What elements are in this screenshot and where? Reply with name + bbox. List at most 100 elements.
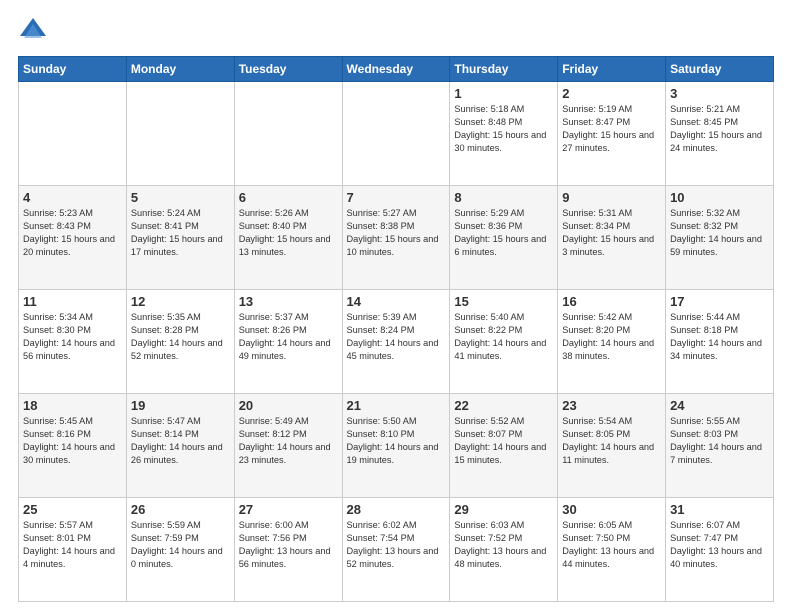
- day-info: Sunrise: 5:54 AM Sunset: 8:05 PM Dayligh…: [562, 415, 661, 467]
- day-number: 2: [562, 86, 661, 101]
- day-info: Sunrise: 5:47 AM Sunset: 8:14 PM Dayligh…: [131, 415, 230, 467]
- calendar-cell: 30Sunrise: 6:05 AM Sunset: 7:50 PM Dayli…: [558, 498, 666, 602]
- day-info: Sunrise: 6:07 AM Sunset: 7:47 PM Dayligh…: [670, 519, 769, 571]
- day-info: Sunrise: 5:32 AM Sunset: 8:32 PM Dayligh…: [670, 207, 769, 259]
- weekday-header-wednesday: Wednesday: [342, 57, 450, 82]
- calendar-cell: 23Sunrise: 5:54 AM Sunset: 8:05 PM Dayli…: [558, 394, 666, 498]
- logo: [18, 16, 52, 46]
- calendar-cell: 15 Sunrise: 5:40 AM Sunset: 8:22 PM Dayli…: [450, 290, 558, 394]
- day-number: 15: [454, 294, 553, 309]
- day-number: 13: [239, 294, 338, 309]
- day-number: 24: [670, 398, 769, 413]
- calendar-week-row: 1 Sunrise: 5:18 AM Sunset: 8:48 PM Daylig…: [19, 82, 774, 186]
- day-info: Sunrise: 5:29 AM Sunset: 8:36 PM Dayligh…: [454, 207, 553, 259]
- weekday-header-saturday: Saturday: [666, 57, 774, 82]
- calendar-cell: 24 Sunrise: 5:55 AM Sunset: 8:03 PM Dayli…: [666, 394, 774, 498]
- day-info: Sunrise: 5:39 AM Sunset: 8:24 PM Dayligh…: [347, 311, 446, 363]
- calendar-cell: 25 Sunrise: 5:57 AM Sunset: 8:01 PM Dayli…: [19, 498, 127, 602]
- day-number: 1: [454, 86, 553, 101]
- day-info: Sunrise: 5:42 AM Sunset: 8:20 PM Dayligh…: [562, 311, 661, 363]
- calendar-cell: 6 Sunrise: 5:26 AM Sunset: 8:40 PM Daylig…: [234, 186, 342, 290]
- day-number: 28: [347, 502, 446, 517]
- header: [18, 16, 774, 46]
- day-info: Sunrise: 6:05 AM Sunset: 7:50 PM Dayligh…: [562, 519, 661, 571]
- calendar-cell: 28 Sunrise: 6:02 AM Sunset: 7:54 PM Dayli…: [342, 498, 450, 602]
- day-number: 14: [347, 294, 446, 309]
- calendar-week-row: 11Sunrise: 5:34 AM Sunset: 8:30 PM Dayli…: [19, 290, 774, 394]
- calendar-cell: 29Sunrise: 6:03 AM Sunset: 7:52 PM Dayli…: [450, 498, 558, 602]
- calendar-cell: 12 Sunrise: 5:35 AM Sunset: 8:28 PM Dayli…: [126, 290, 234, 394]
- weekday-header-monday: Monday: [126, 57, 234, 82]
- weekday-header-thursday: Thursday: [450, 57, 558, 82]
- day-info: Sunrise: 5:35 AM Sunset: 8:28 PM Dayligh…: [131, 311, 230, 363]
- day-number: 8: [454, 190, 553, 205]
- calendar-cell: [342, 82, 450, 186]
- day-info: Sunrise: 6:02 AM Sunset: 7:54 PM Dayligh…: [347, 519, 446, 571]
- calendar-cell: 20 Sunrise: 5:49 AM Sunset: 8:12 PM Dayli…: [234, 394, 342, 498]
- calendar-cell: 10 Sunrise: 5:32 AM Sunset: 8:32 PM Dayli…: [666, 186, 774, 290]
- day-number: 3: [670, 86, 769, 101]
- calendar-cell: 31 Sunrise: 6:07 AM Sunset: 7:47 PM Dayli…: [666, 498, 774, 602]
- calendar-cell: 7Sunrise: 5:27 AM Sunset: 8:38 PM Daylig…: [342, 186, 450, 290]
- day-info: Sunrise: 5:40 AM Sunset: 8:22 PM Dayligh…: [454, 311, 553, 363]
- day-info: Sunrise: 5:57 AM Sunset: 8:01 PM Dayligh…: [23, 519, 122, 571]
- day-info: Sunrise: 5:23 AM Sunset: 8:43 PM Dayligh…: [23, 207, 122, 259]
- calendar-cell: 1 Sunrise: 5:18 AM Sunset: 8:48 PM Daylig…: [450, 82, 558, 186]
- day-number: 25: [23, 502, 122, 517]
- calendar-cell: [126, 82, 234, 186]
- day-number: 4: [23, 190, 122, 205]
- day-number: 27: [239, 502, 338, 517]
- day-number: 10: [670, 190, 769, 205]
- calendar-cell: 26 Sunrise: 5:59 AM Sunset: 7:59 PM Dayli…: [126, 498, 234, 602]
- day-number: 31: [670, 502, 769, 517]
- logo-icon: [18, 16, 48, 46]
- weekday-header-friday: Friday: [558, 57, 666, 82]
- day-number: 21: [347, 398, 446, 413]
- day-info: Sunrise: 5:49 AM Sunset: 8:12 PM Dayligh…: [239, 415, 338, 467]
- day-info: Sunrise: 5:59 AM Sunset: 7:59 PM Dayligh…: [131, 519, 230, 571]
- calendar-week-row: 4 Sunrise: 5:23 AM Sunset: 8:43 PM Daylig…: [19, 186, 774, 290]
- day-info: Sunrise: 5:24 AM Sunset: 8:41 PM Dayligh…: [131, 207, 230, 259]
- calendar-cell: 18 Sunrise: 5:45 AM Sunset: 8:16 PM Dayli…: [19, 394, 127, 498]
- day-number: 12: [131, 294, 230, 309]
- day-info: Sunrise: 5:21 AM Sunset: 8:45 PM Dayligh…: [670, 103, 769, 155]
- day-info: Sunrise: 5:37 AM Sunset: 8:26 PM Dayligh…: [239, 311, 338, 363]
- day-info: Sunrise: 5:18 AM Sunset: 8:48 PM Dayligh…: [454, 103, 553, 155]
- calendar-cell: 4 Sunrise: 5:23 AM Sunset: 8:43 PM Daylig…: [19, 186, 127, 290]
- calendar-cell: 17 Sunrise: 5:44 AM Sunset: 8:18 PM Dayli…: [666, 290, 774, 394]
- day-info: Sunrise: 5:52 AM Sunset: 8:07 PM Dayligh…: [454, 415, 553, 467]
- calendar-cell: [234, 82, 342, 186]
- day-number: 20: [239, 398, 338, 413]
- day-number: 26: [131, 502, 230, 517]
- calendar-week-row: 18 Sunrise: 5:45 AM Sunset: 8:16 PM Dayli…: [19, 394, 774, 498]
- day-number: 5: [131, 190, 230, 205]
- day-info: Sunrise: 6:00 AM Sunset: 7:56 PM Dayligh…: [239, 519, 338, 571]
- day-info: Sunrise: 6:03 AM Sunset: 7:52 PM Dayligh…: [454, 519, 553, 571]
- day-number: 6: [239, 190, 338, 205]
- weekday-header-sunday: Sunday: [19, 57, 127, 82]
- calendar-week-row: 25 Sunrise: 5:57 AM Sunset: 8:01 PM Dayli…: [19, 498, 774, 602]
- day-number: 19: [131, 398, 230, 413]
- day-info: Sunrise: 5:19 AM Sunset: 8:47 PM Dayligh…: [562, 103, 661, 155]
- calendar-table: SundayMondayTuesdayWednesdayThursdayFrid…: [18, 56, 774, 602]
- page: SundayMondayTuesdayWednesdayThursdayFrid…: [0, 0, 792, 612]
- calendar-cell: [19, 82, 127, 186]
- day-info: Sunrise: 5:50 AM Sunset: 8:10 PM Dayligh…: [347, 415, 446, 467]
- day-info: Sunrise: 5:34 AM Sunset: 8:30 PM Dayligh…: [23, 311, 122, 363]
- day-number: 18: [23, 398, 122, 413]
- calendar-cell: 8 Sunrise: 5:29 AM Sunset: 8:36 PM Daylig…: [450, 186, 558, 290]
- day-info: Sunrise: 5:26 AM Sunset: 8:40 PM Dayligh…: [239, 207, 338, 259]
- day-number: 22: [454, 398, 553, 413]
- calendar-cell: 19 Sunrise: 5:47 AM Sunset: 8:14 PM Dayli…: [126, 394, 234, 498]
- day-number: 17: [670, 294, 769, 309]
- calendar-cell: 3 Sunrise: 5:21 AM Sunset: 8:45 PM Daylig…: [666, 82, 774, 186]
- calendar-cell: 11Sunrise: 5:34 AM Sunset: 8:30 PM Dayli…: [19, 290, 127, 394]
- day-info: Sunrise: 5:45 AM Sunset: 8:16 PM Dayligh…: [23, 415, 122, 467]
- calendar-cell: 9Sunrise: 5:31 AM Sunset: 8:34 PM Daylig…: [558, 186, 666, 290]
- calendar-cell: 13 Sunrise: 5:37 AM Sunset: 8:26 PM Dayli…: [234, 290, 342, 394]
- calendar-cell: 5 Sunrise: 5:24 AM Sunset: 8:41 PM Daylig…: [126, 186, 234, 290]
- day-info: Sunrise: 5:44 AM Sunset: 8:18 PM Dayligh…: [670, 311, 769, 363]
- day-info: Sunrise: 5:55 AM Sunset: 8:03 PM Dayligh…: [670, 415, 769, 467]
- day-number: 7: [347, 190, 446, 205]
- day-number: 9: [562, 190, 661, 205]
